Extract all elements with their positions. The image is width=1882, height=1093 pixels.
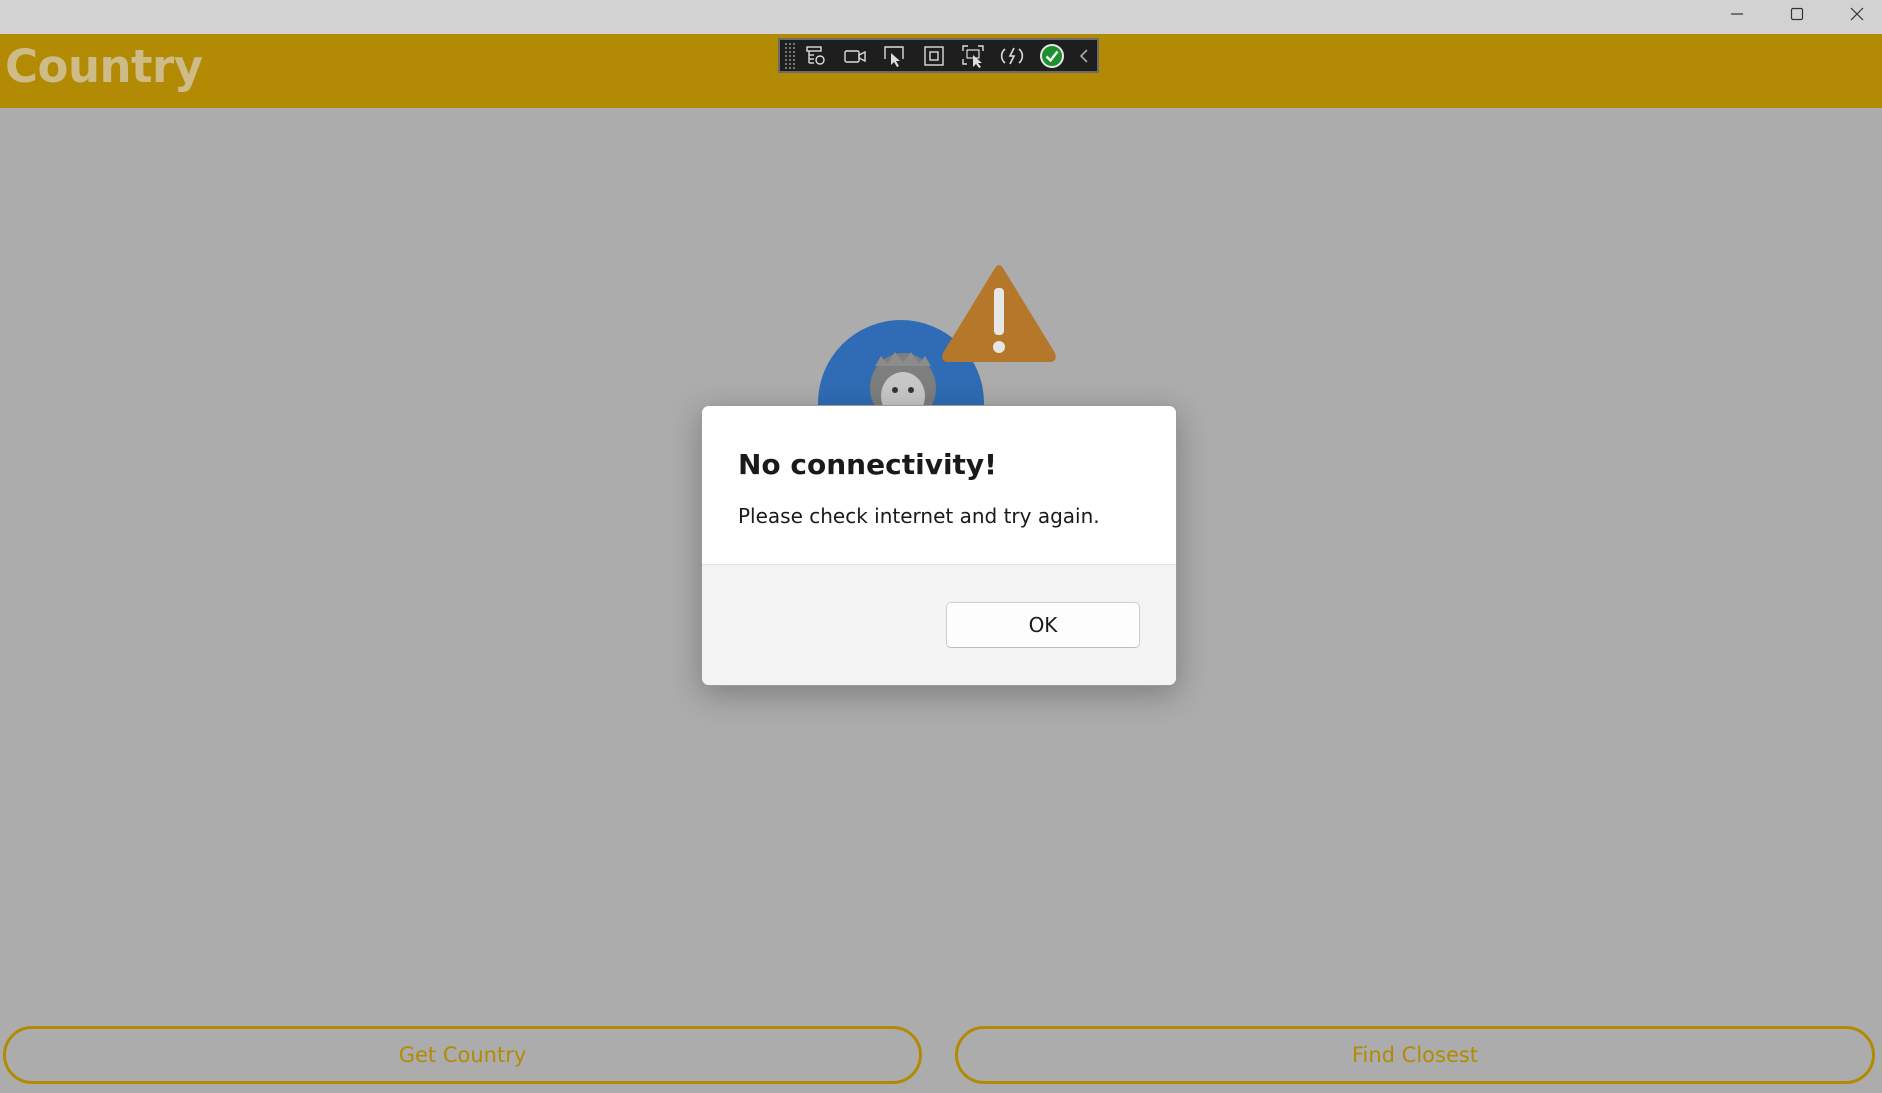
select-element-button[interactable] [875, 39, 914, 72]
record-button[interactable] [835, 39, 874, 72]
track-focus-icon [962, 44, 984, 68]
dialog-footer: OK [702, 564, 1176, 685]
maximize-button[interactable] [1767, 0, 1827, 28]
live-visual-tree-button[interactable] [796, 39, 835, 72]
dialog-message: Please check internet and try again. [738, 504, 1100, 528]
no-connectivity-illustration [818, 265, 1056, 405]
record-icon [844, 49, 866, 63]
no-connectivity-dialog: No connectivity! Please check internet a… [701, 405, 1177, 686]
page-title: Country [5, 40, 203, 93]
warning-icon [942, 265, 1056, 362]
collapse-chevron-icon [1080, 48, 1088, 63]
debug-toolbar [778, 38, 1099, 73]
display-layout-adorners-icon [923, 45, 944, 66]
find-closest-button[interactable]: Find Closest [955, 1026, 1875, 1084]
dialog-body: No connectivity! Please check internet a… [702, 406, 1176, 564]
minimize-icon [1731, 13, 1743, 15]
toolbar-grip[interactable] [784, 41, 796, 70]
binding-failures-check-icon [1039, 43, 1064, 68]
display-layout-adorners-button[interactable] [914, 39, 953, 72]
hot-reload-icon [1001, 47, 1024, 64]
get-country-button[interactable]: Get Country [3, 1026, 922, 1084]
binding-failures-status[interactable] [1032, 39, 1071, 72]
select-element-icon [884, 45, 904, 67]
close-icon [1850, 7, 1864, 21]
live-visual-tree-icon [805, 45, 825, 65]
minimize-button[interactable] [1707, 0, 1767, 28]
track-focus-button[interactable] [953, 39, 992, 72]
ok-button[interactable]: OK [946, 602, 1140, 648]
close-button[interactable] [1827, 0, 1882, 28]
window-title-bar [0, 0, 1882, 34]
collapse-toolbar-button[interactable] [1071, 39, 1097, 72]
hot-reload-button[interactable] [993, 39, 1032, 72]
maximize-icon [1790, 7, 1804, 21]
dialog-title: No connectivity! [738, 448, 997, 481]
